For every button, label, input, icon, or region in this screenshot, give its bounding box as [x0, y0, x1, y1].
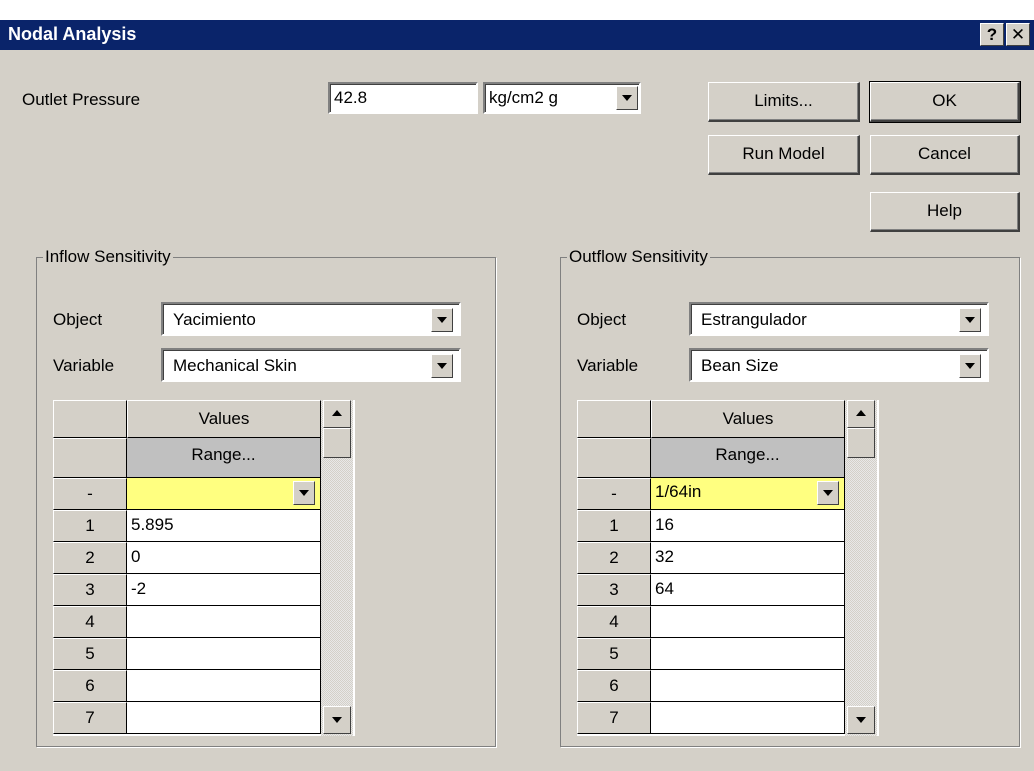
scroll-up-icon[interactable]	[323, 400, 351, 428]
row-number[interactable]: 7	[577, 702, 651, 734]
outflow-sensitivity-group: Outflow Sensitivity Object Estrangulador…	[560, 247, 1020, 747]
chevron-down-icon[interactable]	[431, 308, 453, 332]
inflow-variable-value: Mechanical Skin	[173, 356, 297, 375]
scroll-thumb[interactable]	[847, 428, 875, 458]
row-number[interactable]: 5	[577, 638, 651, 670]
window-title: Nodal Analysis	[8, 24, 137, 44]
scroll-up-icon[interactable]	[847, 400, 875, 428]
chevron-down-icon[interactable]	[959, 308, 981, 332]
outlet-pressure-value: 42.8	[334, 88, 368, 107]
value-cell[interactable]: 0	[127, 542, 321, 574]
inflow-sensitivity-title: Inflow Sensitivity	[43, 247, 173, 267]
title-bar[interactable]: Nodal Analysis ? ✕	[0, 20, 1034, 50]
run-model-button[interactable]: Run Model	[708, 135, 860, 175]
inflow-scrollbar[interactable]	[321, 400, 353, 736]
values-column-header: Values	[127, 400, 321, 438]
value-cell[interactable]	[651, 702, 845, 734]
outlet-pressure-input[interactable]: 42.8	[328, 82, 478, 114]
row-number[interactable]: 6	[577, 670, 651, 702]
outflow-values-grid[interactable]: Values Range... - 1/64in 1 16 2 32 3 64 4 5 6 7	[577, 400, 879, 736]
value-cell[interactable]: -2	[127, 574, 321, 606]
value-cell[interactable]	[127, 638, 321, 670]
inflow-object-value: Yacimiento	[173, 310, 256, 329]
inflow-variable-select[interactable]: Mechanical Skin	[161, 348, 461, 382]
nodal-analysis-dialog: Nodal Analysis ? ✕ Outlet Pressure 42.8 …	[0, 20, 1034, 771]
value-cell[interactable]: 16	[651, 510, 845, 542]
values-column-header: Values	[651, 400, 845, 438]
scroll-down-icon[interactable]	[847, 706, 875, 734]
inflow-sensitivity-group: Inflow Sensitivity Object Yacimiento Var…	[36, 247, 496, 747]
row-number[interactable]: 1	[577, 510, 651, 542]
outlet-pressure-label: Outlet Pressure	[22, 90, 141, 109]
value-cell[interactable]	[127, 606, 321, 638]
row-number[interactable]: 6	[53, 670, 127, 702]
chevron-down-icon[interactable]	[431, 354, 453, 378]
value-cell[interactable]: 64	[651, 574, 845, 606]
inflow-variable-label: Variable	[53, 356, 115, 375]
outflow-scrollbar[interactable]	[845, 400, 877, 736]
value-cell[interactable]	[651, 670, 845, 702]
chevron-down-icon[interactable]	[959, 354, 981, 378]
row-number[interactable]: 3	[577, 574, 651, 606]
value-cell[interactable]: 32	[651, 542, 845, 574]
grid-corner	[53, 400, 127, 438]
value-cell[interactable]	[127, 702, 321, 734]
row-number[interactable]: 5	[53, 638, 127, 670]
range-button[interactable]: Range...	[127, 438, 321, 478]
inflow-object-label: Object	[53, 310, 103, 329]
help-icon[interactable]: ?	[980, 23, 1004, 46]
unit-row-label: -	[577, 478, 651, 510]
pressure-unit-value: kg/cm2 g	[489, 88, 558, 107]
value-cell[interactable]	[651, 638, 845, 670]
row-number[interactable]: 4	[53, 606, 127, 638]
value-cell[interactable]: 5.895	[127, 510, 321, 542]
outflow-variable-value: Bean Size	[701, 356, 779, 375]
unit-select[interactable]: 1/64in	[651, 478, 845, 510]
value-cell[interactable]	[651, 606, 845, 638]
inflow-values-grid[interactable]: Values Range... - 1 5.895 2 0 3 -2 4 5 6 7	[53, 400, 355, 736]
unit-value: 1/64in	[655, 482, 702, 501]
chevron-down-icon[interactable]	[293, 481, 315, 505]
value-cell[interactable]	[127, 670, 321, 702]
row-number[interactable]: 4	[577, 606, 651, 638]
outflow-variable-label: Variable	[577, 356, 639, 375]
range-button[interactable]: Range...	[651, 438, 845, 478]
close-icon[interactable]: ✕	[1006, 23, 1030, 46]
outflow-variable-select[interactable]: Bean Size	[689, 348, 989, 382]
grid-row-header	[53, 438, 127, 478]
row-number[interactable]: 2	[577, 542, 651, 574]
outflow-object-value: Estrangulador	[701, 310, 807, 329]
unit-row-label: -	[53, 478, 127, 510]
row-number[interactable]: 2	[53, 542, 127, 574]
grid-row-header	[577, 438, 651, 478]
chevron-down-icon[interactable]	[616, 86, 638, 110]
row-number[interactable]: 7	[53, 702, 127, 734]
pressure-unit-select[interactable]: kg/cm2 g	[483, 82, 641, 114]
cancel-button[interactable]: Cancel	[870, 135, 1020, 175]
outflow-object-select[interactable]: Estrangulador	[689, 302, 989, 336]
scroll-down-icon[interactable]	[323, 706, 351, 734]
row-number[interactable]: 1	[53, 510, 127, 542]
ok-button[interactable]: OK	[869, 81, 1021, 123]
limits-button[interactable]: Limits...	[708, 82, 860, 122]
row-number[interactable]: 3	[53, 574, 127, 606]
outflow-sensitivity-title: Outflow Sensitivity	[567, 247, 710, 267]
grid-corner	[577, 400, 651, 438]
chevron-down-icon[interactable]	[817, 481, 839, 505]
outflow-object-label: Object	[577, 310, 627, 329]
scroll-thumb[interactable]	[323, 428, 351, 458]
inflow-object-select[interactable]: Yacimiento	[161, 302, 461, 336]
unit-select[interactable]	[127, 478, 321, 510]
help-button[interactable]: Help	[870, 192, 1020, 232]
